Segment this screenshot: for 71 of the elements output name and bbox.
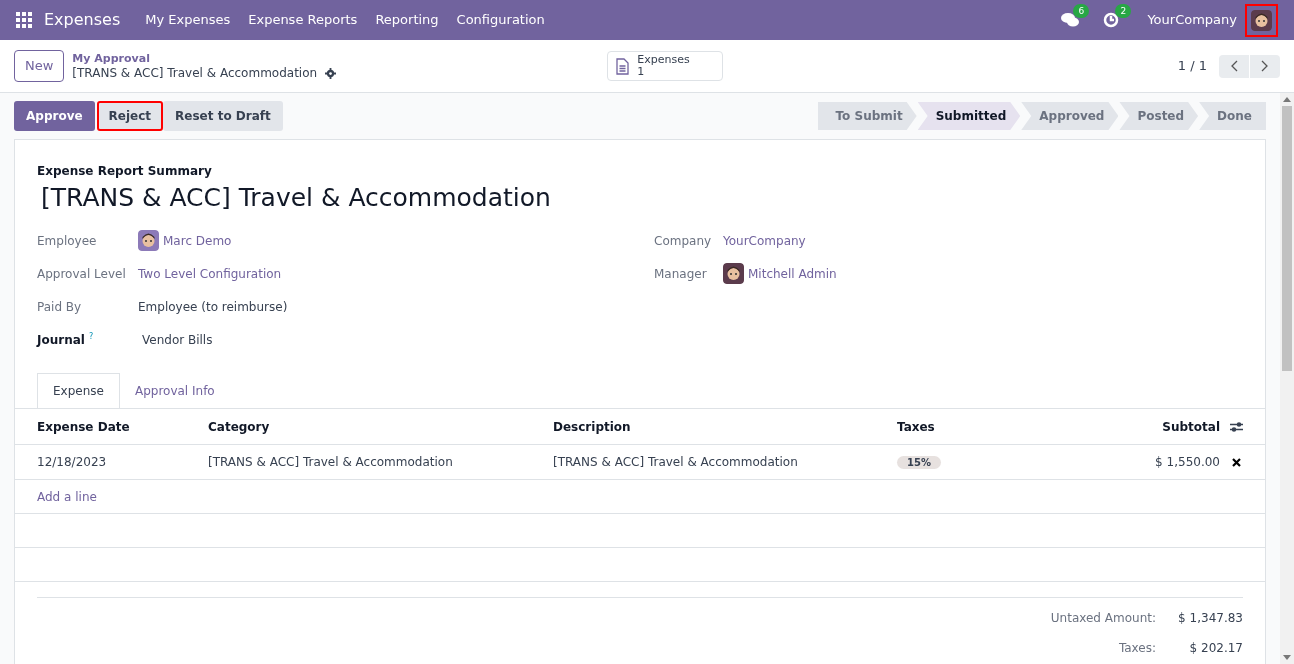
app-name[interactable]: Expenses	[44, 8, 121, 32]
field-value: Vendor Bills	[142, 331, 213, 349]
tax-tag: 15%	[897, 456, 941, 469]
smart-button-label: Expenses	[637, 54, 690, 66]
column-header[interactable]: Expense Date	[37, 417, 208, 436]
field-label: Company	[654, 232, 712, 250]
field-label: Paid By	[37, 298, 82, 316]
action-button[interactable]: Reject	[96, 101, 164, 131]
app-grid-icon[interactable]	[16, 12, 32, 28]
user-avatar[interactable]	[1245, 3, 1278, 37]
field-value: Employee (to reimburse)	[138, 298, 288, 316]
field-value[interactable]: Marc Demo	[163, 231, 232, 250]
table-cell-text: [TRANS & ACC] Travel & Accommodation	[553, 454, 799, 471]
table-cell-text: [TRANS & ACC] Travel & Accommodation	[208, 454, 454, 471]
table-cell-text: 12/18/2023	[37, 454, 108, 471]
clock-icon[interactable]	[1103, 12, 1120, 28]
new-button[interactable]: New	[14, 50, 65, 82]
field-label: Employee	[37, 232, 97, 250]
column-header[interactable]: Taxes	[897, 417, 997, 436]
status-stage[interactable]: Posted	[1119, 102, 1199, 130]
company-name[interactable]: YourCompany	[1147, 10, 1237, 30]
action-button[interactable]: Reset to Draft	[163, 101, 283, 131]
form-title: [TRANS & ACC] Travel & Accommodation	[41, 182, 552, 214]
document-icon	[616, 57, 630, 75]
menu-item[interactable]: Expense Reports	[239, 10, 367, 30]
table-cell-text: $ 1,550.00	[1154, 454, 1220, 471]
chat-icon[interactable]	[1061, 12, 1080, 28]
total-label: Taxes:	[1117, 640, 1156, 657]
help-tooltip[interactable]: ?	[88, 330, 94, 343]
scrollbar-thumb[interactable]	[1282, 106, 1292, 371]
record-title: [TRANS & ACC] Travel & Accommodation	[72, 66, 318, 81]
avatar-icon	[138, 230, 159, 251]
chevron-left-icon	[1230, 60, 1238, 72]
status-stage[interactable]: Submitted	[917, 102, 1021, 130]
add-line-link[interactable]: Add a line	[37, 487, 97, 506]
field-label: Journal	[37, 331, 85, 349]
sliders-icon[interactable]	[1230, 420, 1243, 433]
chevron-right-icon	[1261, 60, 1269, 72]
scroll-down-icon[interactable]	[1283, 655, 1291, 660]
total-label: Untaxed Amount:	[1049, 610, 1156, 627]
field-label: Manager	[654, 265, 707, 283]
column-header[interactable]: Subtotal	[997, 417, 1220, 436]
form-subtitle: Expense Report Summary	[37, 163, 213, 180]
field-label: Approval Level	[37, 265, 126, 283]
scrollbar[interactable]	[1280, 93, 1294, 664]
breadcrumb-link[interactable]: My Approval	[72, 51, 608, 66]
pager-value: 1 / 1	[1177, 57, 1207, 76]
field-value[interactable]: YourCompany	[723, 231, 806, 250]
status-stage[interactable]: Done	[1199, 102, 1266, 130]
avatar-icon	[1251, 9, 1272, 31]
total-value: $ 202.17	[1188, 640, 1243, 657]
delete-icon[interactable]	[1232, 457, 1241, 467]
expenses-smart-button[interactable]: Expenses 1	[607, 51, 723, 81]
total-value: $ 1,347.83	[1177, 610, 1243, 627]
field-value[interactable]: Two Level Configuration	[138, 264, 282, 283]
smart-button-count: 1	[637, 66, 646, 78]
activity-count-badge: 2	[1115, 4, 1132, 18]
status-stage[interactable]: To Submit	[817, 102, 917, 130]
column-header[interactable]: Category	[208, 417, 553, 436]
action-button[interactable]: Approve	[14, 101, 95, 131]
column-header[interactable]: Description	[553, 417, 897, 436]
status-stage[interactable]: Approved	[1021, 102, 1119, 130]
menu-item[interactable]: Reporting	[366, 10, 448, 30]
field-value[interactable]: Mitchell Admin	[748, 264, 837, 283]
scroll-up-icon[interactable]	[1283, 97, 1291, 102]
message-count-badge: 6	[1073, 4, 1090, 18]
menu-item[interactable]: Configuration	[447, 10, 554, 30]
notebook-tab[interactable]: Expense	[37, 373, 120, 408]
avatar-icon	[723, 263, 744, 284]
menu-item[interactable]: My Expenses	[136, 10, 240, 30]
notebook-tab[interactable]: Approval Info	[119, 373, 230, 408]
